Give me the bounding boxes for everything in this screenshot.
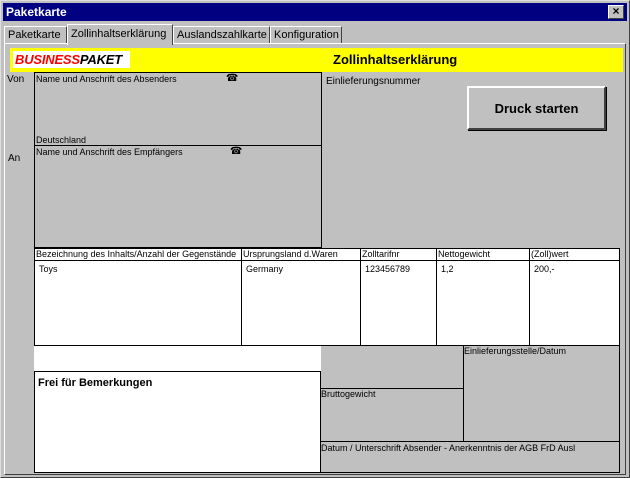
col-origin: Ursprungsland d.Waren [241, 249, 360, 261]
businesspaket-logo: BUSINESSPAKET [13, 51, 130, 68]
print-button[interactable]: Druck starten [467, 86, 606, 130]
einlieferungsstelle-field[interactable]: Einlieferungsstelle/Datum [463, 346, 620, 442]
cell-origin[interactable]: Germany [241, 261, 360, 345]
an-label: An [8, 153, 21, 164]
tab-auslandszahlkarte[interactable]: Auslandszahlkarte [173, 26, 270, 44]
cell-net-weight[interactable]: 1,2 [436, 261, 529, 345]
cell-description[interactable]: Toys [35, 261, 241, 345]
contents-table-header: Bezeichnung des Inhalts/Anzahl der Gegen… [34, 248, 620, 261]
tab-paketkarte[interactable]: Paketkarte [4, 26, 67, 44]
tab-konfiguration[interactable]: Konfiguration [270, 26, 342, 44]
sender-address-field[interactable]: Name und Anschrift des Absenders ☎ Deuts… [34, 72, 322, 146]
cell-tariff[interactable]: 123456789 [360, 261, 436, 345]
phone-icon: ☎ [230, 146, 243, 157]
einlieferungsstelle-label: Einlieferungsstelle/Datum [464, 346, 567, 356]
header-bar: BUSINESSPAKET Zollinhaltserklärung [10, 48, 623, 72]
bruttogewicht-label: Bruttogewicht [321, 389, 376, 399]
col-description: Bezeichnung des Inhalts/Anzahl der Gegen… [36, 249, 237, 259]
signature-field[interactable]: Datum / Unterschrift Absender - Anerkenn… [321, 441, 620, 473]
von-label: Von [7, 74, 25, 85]
blank-cell [321, 346, 464, 389]
bruttogewicht-field[interactable]: Bruttogewicht [321, 388, 464, 442]
tab-zollinhaltserklaerung[interactable]: Zollinhaltserklärung [67, 24, 173, 45]
window-title: Paketkarte [6, 5, 67, 19]
paketkarte-window: Paketkarte × Paketkarte Zollinhaltserklä… [0, 0, 630, 478]
phone-icon: ☎ [226, 73, 239, 84]
sender-field-label: Name und Anschrift des Absenders [36, 74, 177, 84]
zollinhaltserklaerung-panel: BUSINESSPAKET Zollinhaltserklärung Von N… [4, 43, 626, 475]
col-tariff: Zolltarifnr [360, 249, 436, 261]
einlieferungsnummer-label: Einlieferungsnummer [326, 76, 421, 87]
cell-value[interactable]: 200,- [529, 261, 620, 345]
title-bar: Paketkarte × [3, 3, 627, 21]
recipient-field-label: Name und Anschrift des Empfängers [36, 147, 183, 157]
col-value: (Zoll)wert [529, 249, 620, 261]
remarks-field[interactable]: Frei für Bemerkungen [34, 371, 321, 473]
table-row: Toys Germany 123456789 1,2 200,- [34, 261, 620, 346]
remarks-label: Frei für Bemerkungen [38, 377, 153, 389]
signature-label: Datum / Unterschrift Absender - Anerkenn… [321, 443, 576, 453]
page-title: Zollinhaltserklärung [333, 52, 458, 67]
blank-strip [34, 346, 321, 371]
close-icon[interactable]: × [608, 5, 624, 19]
recipient-address-field[interactable]: Name und Anschrift des Empfängers ☎ [34, 145, 322, 248]
col-net-weight: Nettogewicht [436, 249, 529, 261]
